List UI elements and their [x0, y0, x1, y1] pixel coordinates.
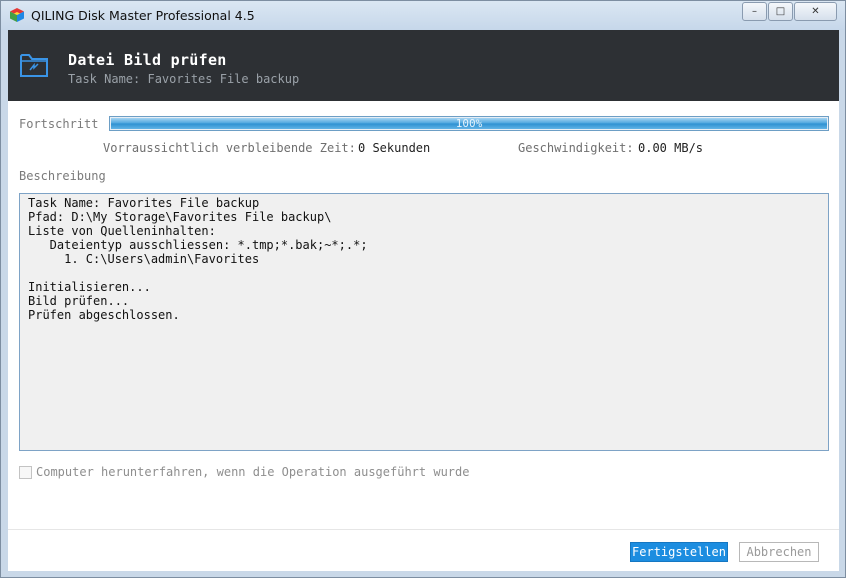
- dialog-window: QILING Disk Master Professional 4.5 – □ …: [0, 0, 846, 578]
- minimize-button[interactable]: –: [742, 2, 767, 21]
- log-line: Bild prüfen...: [28, 294, 130, 308]
- finish-button[interactable]: Fertigstellen: [630, 542, 728, 562]
- minimize-icon: –: [752, 6, 757, 17]
- speed-label: Geschwindigkeit:: [518, 141, 634, 155]
- window-controls: – □ ✕: [741, 2, 837, 21]
- remaining-time-value: 0 Sekunden: [358, 141, 431, 155]
- speed-value: 0.00 MB/s: [638, 141, 704, 155]
- log-line: 1. C:\Users\admin\Favorites: [28, 252, 260, 266]
- log-line: Prüfen abgeschlossen.: [28, 308, 180, 322]
- page-title: Datei Bild prüfen: [68, 51, 227, 69]
- dialog-header: Datei Bild prüfen Task Name: Favorites F…: [8, 30, 839, 101]
- description-log[interactable]: Task Name: Favorites File backup Pfad: D:…: [19, 193, 829, 451]
- shutdown-label: Computer herunterfahren, wenn die Operat…: [36, 465, 470, 479]
- maximize-button[interactable]: □: [768, 2, 793, 21]
- log-line: Initialisieren...: [28, 280, 151, 294]
- shutdown-option[interactable]: Computer herunterfahren, wenn die Operat…: [19, 465, 469, 479]
- window-title: QILING Disk Master Professional 4.5: [31, 8, 255, 23]
- description-label: Beschreibung: [19, 169, 106, 183]
- app-logo-icon: [10, 8, 24, 22]
- progress-percent: 100%: [455, 117, 483, 130]
- task-name-subtitle: Task Name: Favorites File backup: [68, 72, 300, 86]
- close-button[interactable]: ✕: [794, 2, 837, 21]
- close-icon: ✕: [811, 6, 820, 17]
- cancel-button[interactable]: Abbrechen: [739, 542, 819, 562]
- folder-sync-icon: [20, 54, 48, 77]
- dialog-content: Fortschritt 100% Vorraussichtlich verble…: [8, 101, 839, 571]
- log-line: Pfad: D:\My Storage\Favorites File backu…: [28, 210, 332, 224]
- title-bar[interactable]: QILING Disk Master Professional 4.5 – □ …: [1, 1, 845, 30]
- log-line: Dateientyp ausschliessen: *.tmp;*.bak;~*…: [28, 238, 368, 252]
- progress-bar: 100%: [109, 116, 829, 131]
- log-line: Task Name: Favorites File backup: [28, 196, 260, 210]
- remaining-time-label: Vorraussichtlich verbleibende Zeit:: [103, 141, 356, 155]
- progress-label: Fortschritt: [19, 117, 99, 131]
- log-line: Liste von Quelleninhalten:: [28, 224, 216, 238]
- maximize-icon: □: [775, 6, 786, 17]
- footer-divider: [8, 529, 839, 530]
- shutdown-checkbox[interactable]: [19, 465, 32, 479]
